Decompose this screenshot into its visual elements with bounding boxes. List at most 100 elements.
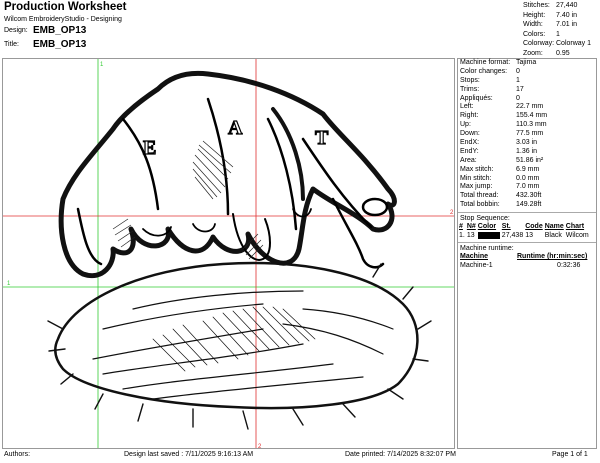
info-row: EndX: 3.03 in <box>458 139 596 148</box>
studio-name: Wilcom EmbroideryStudio - Designing <box>4 16 122 23</box>
info-row: Left: 22.7 mm <box>458 103 596 112</box>
title-label: Title: <box>4 41 19 48</box>
footer: Authors: Design last saved : 7/11/2025 9… <box>0 450 600 463</box>
info-value: Tajima <box>516 59 537 66</box>
info-row: Stops: 1 <box>458 77 596 86</box>
runtime-table: Machine Runtime (hr:min:sec) Machine-1 0… <box>459 252 588 270</box>
stat-row: Colorway: Colorway 1 <box>523 39 598 49</box>
seq-needle: 13 <box>466 232 475 240</box>
info-key: Left: <box>460 103 474 111</box>
runtime-machine: Machine-1 <box>460 262 493 270</box>
seq-header-cell: # <box>459 223 463 231</box>
info-value: 22.7 mm <box>516 103 544 111</box>
info-key: Up: <box>460 121 471 129</box>
info-value: 17 <box>516 85 524 93</box>
runtime-time-header: Runtime (hr:min:sec) <box>517 253 588 261</box>
info-row: Trims: 17 <box>458 86 596 95</box>
info-row: Color changes: 0 <box>458 68 596 77</box>
embroidery-design: 1 1 2 2 E A T <box>3 59 454 449</box>
info-value: 3.03 in <box>516 139 538 147</box>
info-row: Appliqués: 0 <box>458 95 596 104</box>
seq-header-cell: Code <box>525 223 543 231</box>
stop-sequence-header: # N# Color St. Code Name Chart <box>458 222 590 231</box>
letter-e: E <box>143 137 156 159</box>
footer-authors: Authors: <box>4 451 31 458</box>
info-row: Total bobbin: 149.28ft <box>458 201 596 210</box>
info-key: Max stitch: <box>460 165 494 173</box>
stat-value: 1 <box>556 30 560 38</box>
seq-number: 1. <box>459 232 465 240</box>
info-key: Color changes: <box>460 67 508 75</box>
runtime-time: 0:32:36 <box>557 262 581 270</box>
info-key: Area: <box>460 156 477 164</box>
info-value: 149.28ft <box>516 201 542 209</box>
stop-sequence-title: Stop Sequence: <box>458 212 596 222</box>
stat-key: Stitches: <box>523 2 550 9</box>
footer-page: Page 1 of 1 <box>552 451 588 458</box>
info-value: 155.4 mm <box>516 112 548 120</box>
info-key: Appliqués: <box>460 94 493 102</box>
stat-row: Width: 7.01 in <box>523 20 598 30</box>
footer-saved: Design last saved : 7/11/2025 9:16:13 AM <box>124 451 254 458</box>
design-canvas: 1 1 2 2 E A T <box>2 58 455 449</box>
stat-value: 27,440 <box>556 2 578 9</box>
design-label: Design: <box>4 27 28 34</box>
seq-header-cell: Name <box>544 223 564 231</box>
info-key: EndY: <box>460 147 479 155</box>
info-value: 7.0 mm <box>516 183 540 191</box>
info-row: EndY: 1.36 in <box>458 148 596 157</box>
info-row: Area: 51.86 in² <box>458 157 596 166</box>
marker-1-top: 1 <box>100 62 104 68</box>
info-value: 6.9 mm <box>516 165 540 173</box>
runtime-machine-header: Machine <box>460 253 489 261</box>
stat-key: Height: <box>523 11 546 19</box>
stat-key: Colors: <box>523 30 546 38</box>
info-value: 432.30ft <box>516 192 542 200</box>
info-key: Total bobbin: <box>460 201 500 209</box>
info-key: Total thread: <box>460 192 499 200</box>
marker-2-right: 2 <box>450 210 454 216</box>
info-key: Machine format: <box>460 59 511 66</box>
stat-value: Colorway 1 <box>556 40 592 47</box>
info-row: Right: 155.4 mm <box>458 112 596 121</box>
machine-info: Machine format: Tajima Color changes: 0 Stop… <box>458 59 596 210</box>
stat-row: Zoom: 0.95 <box>523 49 598 59</box>
runtime-row: Machine-1 0:32:36 <box>459 261 588 270</box>
info-row: Min stitch: 0.0 mm <box>458 175 596 184</box>
info-row: Max jump: 7.0 mm <box>458 183 596 192</box>
stat-value: 7.01 in <box>556 21 578 28</box>
runtime-title: Machine runtime: <box>458 242 596 252</box>
stat-row: Colors: 1 <box>523 30 598 40</box>
stat-row: Height: 7.40 in <box>523 11 598 21</box>
stat-value: 0.95 <box>556 49 570 57</box>
seq-stitches: 27,438 <box>501 232 524 240</box>
info-row: Total thread: 432.30ft <box>458 192 596 201</box>
info-value: 0.0 mm <box>516 174 540 182</box>
hand-outline <box>58 70 397 279</box>
info-value: 0 <box>516 94 520 102</box>
seq-header-cell: Color <box>477 223 497 231</box>
stat-key: Width: <box>523 21 543 28</box>
info-row: Up: 110.3 mm <box>458 121 596 130</box>
seq-header-cell: St. <box>501 223 511 231</box>
info-key: Stops: <box>460 76 480 84</box>
feather-brush <box>47 261 432 430</box>
info-value: 1.36 in <box>516 147 538 155</box>
info-value: 51.86 in² <box>516 156 544 164</box>
info-key: Max jump: <box>460 183 493 191</box>
letter-t: T <box>315 127 329 149</box>
seq-code: 13 <box>525 232 534 240</box>
design-value: EMB_OP13 <box>33 25 87 36</box>
info-panel: Machine format: Tajima Color changes: 0 Stop… <box>457 58 597 449</box>
info-row: Machine format: Tajima <box>458 59 596 68</box>
stat-row: Stitches: 27,440 <box>523 1 598 11</box>
info-key: Trims: <box>460 85 480 93</box>
marker-2-bottom: 2 <box>258 444 262 449</box>
footer-printed: Date printed: 7/14/2025 8:32:07 PM <box>345 451 456 458</box>
info-key: Right: <box>460 112 479 120</box>
worksheet-title: Production Worksheet <box>4 1 127 13</box>
info-value: 77.5 mm <box>516 130 544 138</box>
stat-key: Colorway: <box>523 40 555 47</box>
stop-sequence-row: 1. 13 27,438 13 Black Wilcom <box>458 231 590 240</box>
info-row: Down: 77.5 mm <box>458 130 596 139</box>
